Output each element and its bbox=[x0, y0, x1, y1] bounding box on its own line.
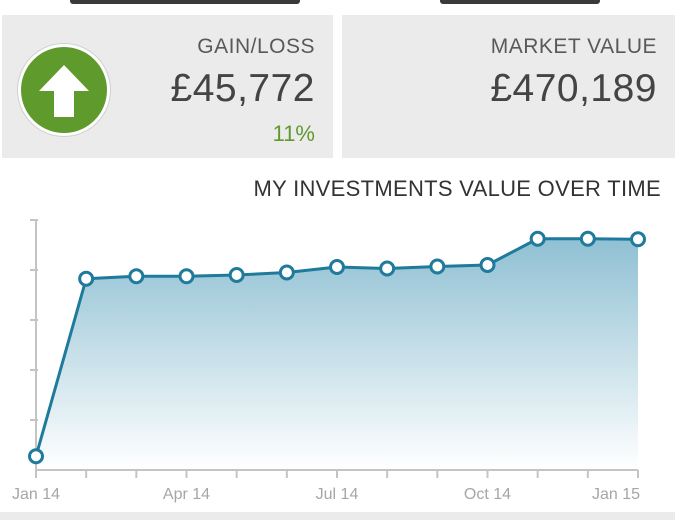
market-value-label: MARKET VALUE bbox=[490, 35, 657, 58]
data-point bbox=[278, 264, 295, 281]
top-strip bbox=[0, 0, 675, 8]
data-point bbox=[479, 257, 496, 273]
investments-chart: Jan 14 Apr 14 Jul 14 Oct 14 Jan 15 bbox=[12, 219, 646, 503]
x-tick-label: Jan 14 bbox=[12, 486, 60, 503]
chart-title: MY INVESTMENTS VALUE OVER TIME bbox=[253, 176, 661, 201]
data-point bbox=[228, 267, 245, 283]
data-point bbox=[579, 230, 596, 247]
x-tick-label: Oct 14 bbox=[464, 486, 511, 503]
data-point bbox=[329, 259, 345, 275]
x-tick-label: Jul 14 bbox=[316, 486, 359, 503]
cutoff-text-right bbox=[440, 0, 600, 4]
data-point bbox=[178, 268, 195, 285]
x-tick-label: Apr 14 bbox=[163, 486, 210, 503]
gain-loss-panel: GAIN/LOSS £45,772 11% bbox=[2, 15, 333, 158]
bottom-strip bbox=[0, 512, 675, 520]
data-point bbox=[630, 231, 646, 248]
up-arrow-icon bbox=[18, 44, 110, 136]
gain-loss-percent: 11% bbox=[272, 121, 315, 146]
data-point bbox=[529, 230, 546, 247]
data-point bbox=[28, 448, 44, 465]
gain-loss-value: £45,772 bbox=[170, 67, 315, 110]
gain-loss-label: GAIN/LOSS bbox=[197, 35, 315, 58]
data-point bbox=[128, 268, 145, 285]
data-point bbox=[429, 258, 446, 275]
market-value-panel: MARKET VALUE £470,189 bbox=[342, 15, 675, 158]
data-point bbox=[78, 270, 95, 287]
market-value-amount: £470,189 bbox=[490, 67, 657, 110]
data-point bbox=[379, 260, 396, 277]
x-tick-label: Jan 15 bbox=[592, 486, 640, 503]
cutoff-text-left bbox=[70, 0, 300, 4]
